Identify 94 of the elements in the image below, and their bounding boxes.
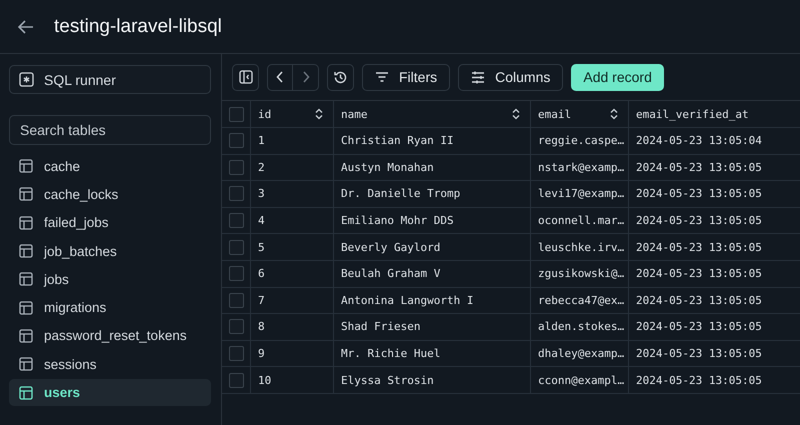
row-checkbox[interactable] — [228, 240, 244, 255]
table-cell: Christian Ryan II — [341, 134, 454, 148]
table-cell: 2024-05-23 13:05:05 — [636, 347, 762, 360]
table-cell: reggie.caspe… — [538, 134, 624, 148]
table-cell: 4 — [258, 214, 265, 228]
next-button[interactable] — [293, 64, 319, 90]
sort-icon — [512, 108, 520, 120]
table-cell: levi17@examp… — [538, 187, 624, 200]
table-cell: leuschke.irv… — [538, 240, 624, 254]
row-checkbox[interactable] — [228, 319, 244, 334]
table-icon — [19, 272, 33, 286]
columns-button[interactable]: Columns — [458, 64, 564, 90]
table-cell: Emiliano Mohr DDS — [341, 214, 454, 228]
search-tables-field[interactable]: Search tables — [9, 115, 211, 145]
table-cell: Elyssa Strosin — [341, 374, 434, 387]
history-icon — [333, 70, 348, 84]
table-cell: 2024-05-23 13:05:05 — [636, 160, 762, 174]
table-cell: 3 — [258, 187, 265, 200]
table-cell: 2 — [258, 160, 265, 174]
previous-button[interactable] — [267, 64, 293, 90]
table-cell: 2024-05-23 13:05:05 — [636, 214, 762, 228]
sidebar-toggle-button[interactable] — [232, 64, 259, 90]
asterisk-icon — [19, 72, 34, 87]
table-cell: Mr. Richie Huel — [341, 347, 440, 360]
row-checkbox[interactable] — [228, 346, 244, 362]
table-cell: alden.stokes… — [538, 320, 624, 334]
table-icon — [19, 300, 33, 315]
table-list-item[interactable]: password_reset_tokens — [9, 322, 211, 350]
chevron-left-icon — [276, 71, 284, 83]
table-icon — [19, 159, 33, 174]
table-list-item[interactable]: users — [9, 379, 211, 406]
table-cell: Antonina Langworth I — [341, 294, 474, 307]
column-header[interactable]: id — [251, 101, 334, 127]
table-cell: 2024-05-23 13:05:04 — [636, 134, 762, 148]
table-cell: Austyn Monahan — [341, 160, 434, 174]
table-cell: 8 — [258, 320, 265, 334]
table-cell: rebecca47@ex… — [538, 294, 624, 307]
table-cell: dhaley@examp… — [538, 347, 624, 360]
table-cell: 2024-05-23 13:05:05 — [636, 187, 762, 200]
history-button[interactable] — [327, 64, 354, 90]
back-arrow-icon[interactable] — [18, 20, 34, 34]
table-cell: 2024-05-23 13:05:05 — [636, 374, 762, 387]
table-cell: Shad Friesen — [341, 320, 420, 334]
filters-button[interactable]: Filters — [362, 64, 450, 90]
sidebar-panel-icon — [238, 70, 252, 84]
chevron-right-icon — [302, 71, 310, 83]
table-list-item[interactable]: jobs — [9, 266, 211, 292]
table-cell: 7 — [258, 294, 265, 307]
row-checkbox[interactable] — [228, 266, 244, 282]
table-list-item[interactable]: sessions — [9, 351, 211, 378]
row-checkbox[interactable] — [228, 133, 244, 148]
table-list-item[interactable]: job_batches — [9, 238, 211, 264]
add-record-button[interactable]: Add record — [571, 64, 664, 90]
row-checkbox[interactable] — [228, 213, 244, 228]
table-icon — [19, 244, 33, 258]
column-header[interactable]: name — [334, 101, 531, 127]
table-cell: 2024-05-23 13:05:05 — [636, 294, 762, 307]
table-cell: 10 — [258, 374, 272, 387]
column-header[interactable]: email_verified_at — [629, 101, 800, 127]
sql-runner-button[interactable]: SQL runner — [9, 65, 211, 94]
table-list-item[interactable]: cache_locks — [9, 181, 211, 208]
table-icon — [19, 328, 33, 343]
window-title: testing-laravel-libsql — [54, 16, 222, 38]
sort-icon — [315, 108, 323, 120]
row-checkbox[interactable] — [228, 186, 244, 202]
table-cell: Dr. Danielle Tromp — [341, 187, 460, 200]
select-all-checkbox[interactable] — [228, 106, 244, 122]
table-cell: 9 — [258, 347, 265, 360]
table-cell: 2024-05-23 13:05:05 — [636, 240, 762, 254]
table-list-item[interactable]: failed_jobs — [9, 210, 211, 236]
table-icon — [19, 187, 33, 202]
row-checkbox[interactable] — [228, 160, 244, 175]
table-cell: 2024-05-23 13:05:05 — [636, 267, 762, 280]
table-cell: 1 — [258, 134, 265, 148]
table-cell: 5 — [258, 240, 265, 254]
table-list-item[interactable]: cache — [9, 153, 211, 180]
table-icon — [19, 357, 33, 372]
table-cell: cconn@exampl… — [538, 374, 624, 387]
table-cell: zgusikowski@… — [538, 267, 624, 280]
table-list-item[interactable]: migrations — [9, 294, 211, 321]
row-checkbox[interactable] — [228, 292, 244, 308]
table-cell: oconnell.mar… — [538, 214, 624, 228]
table-cell: Beulah Graham V — [341, 267, 440, 280]
table-cell: Beverly Gaylord — [341, 240, 440, 254]
row-checkbox[interactable] — [228, 372, 244, 388]
sort-icon — [610, 108, 618, 120]
sliders-icon — [471, 70, 486, 84]
table-cell: 2024-05-23 13:05:05 — [636, 320, 762, 334]
table-cell: 6 — [258, 267, 265, 280]
table-cell: nstark@examp… — [538, 160, 624, 174]
table-icon — [19, 216, 33, 230]
column-header[interactable]: email — [531, 101, 629, 127]
table-icon — [19, 386, 33, 400]
filter-icon — [375, 71, 389, 83]
